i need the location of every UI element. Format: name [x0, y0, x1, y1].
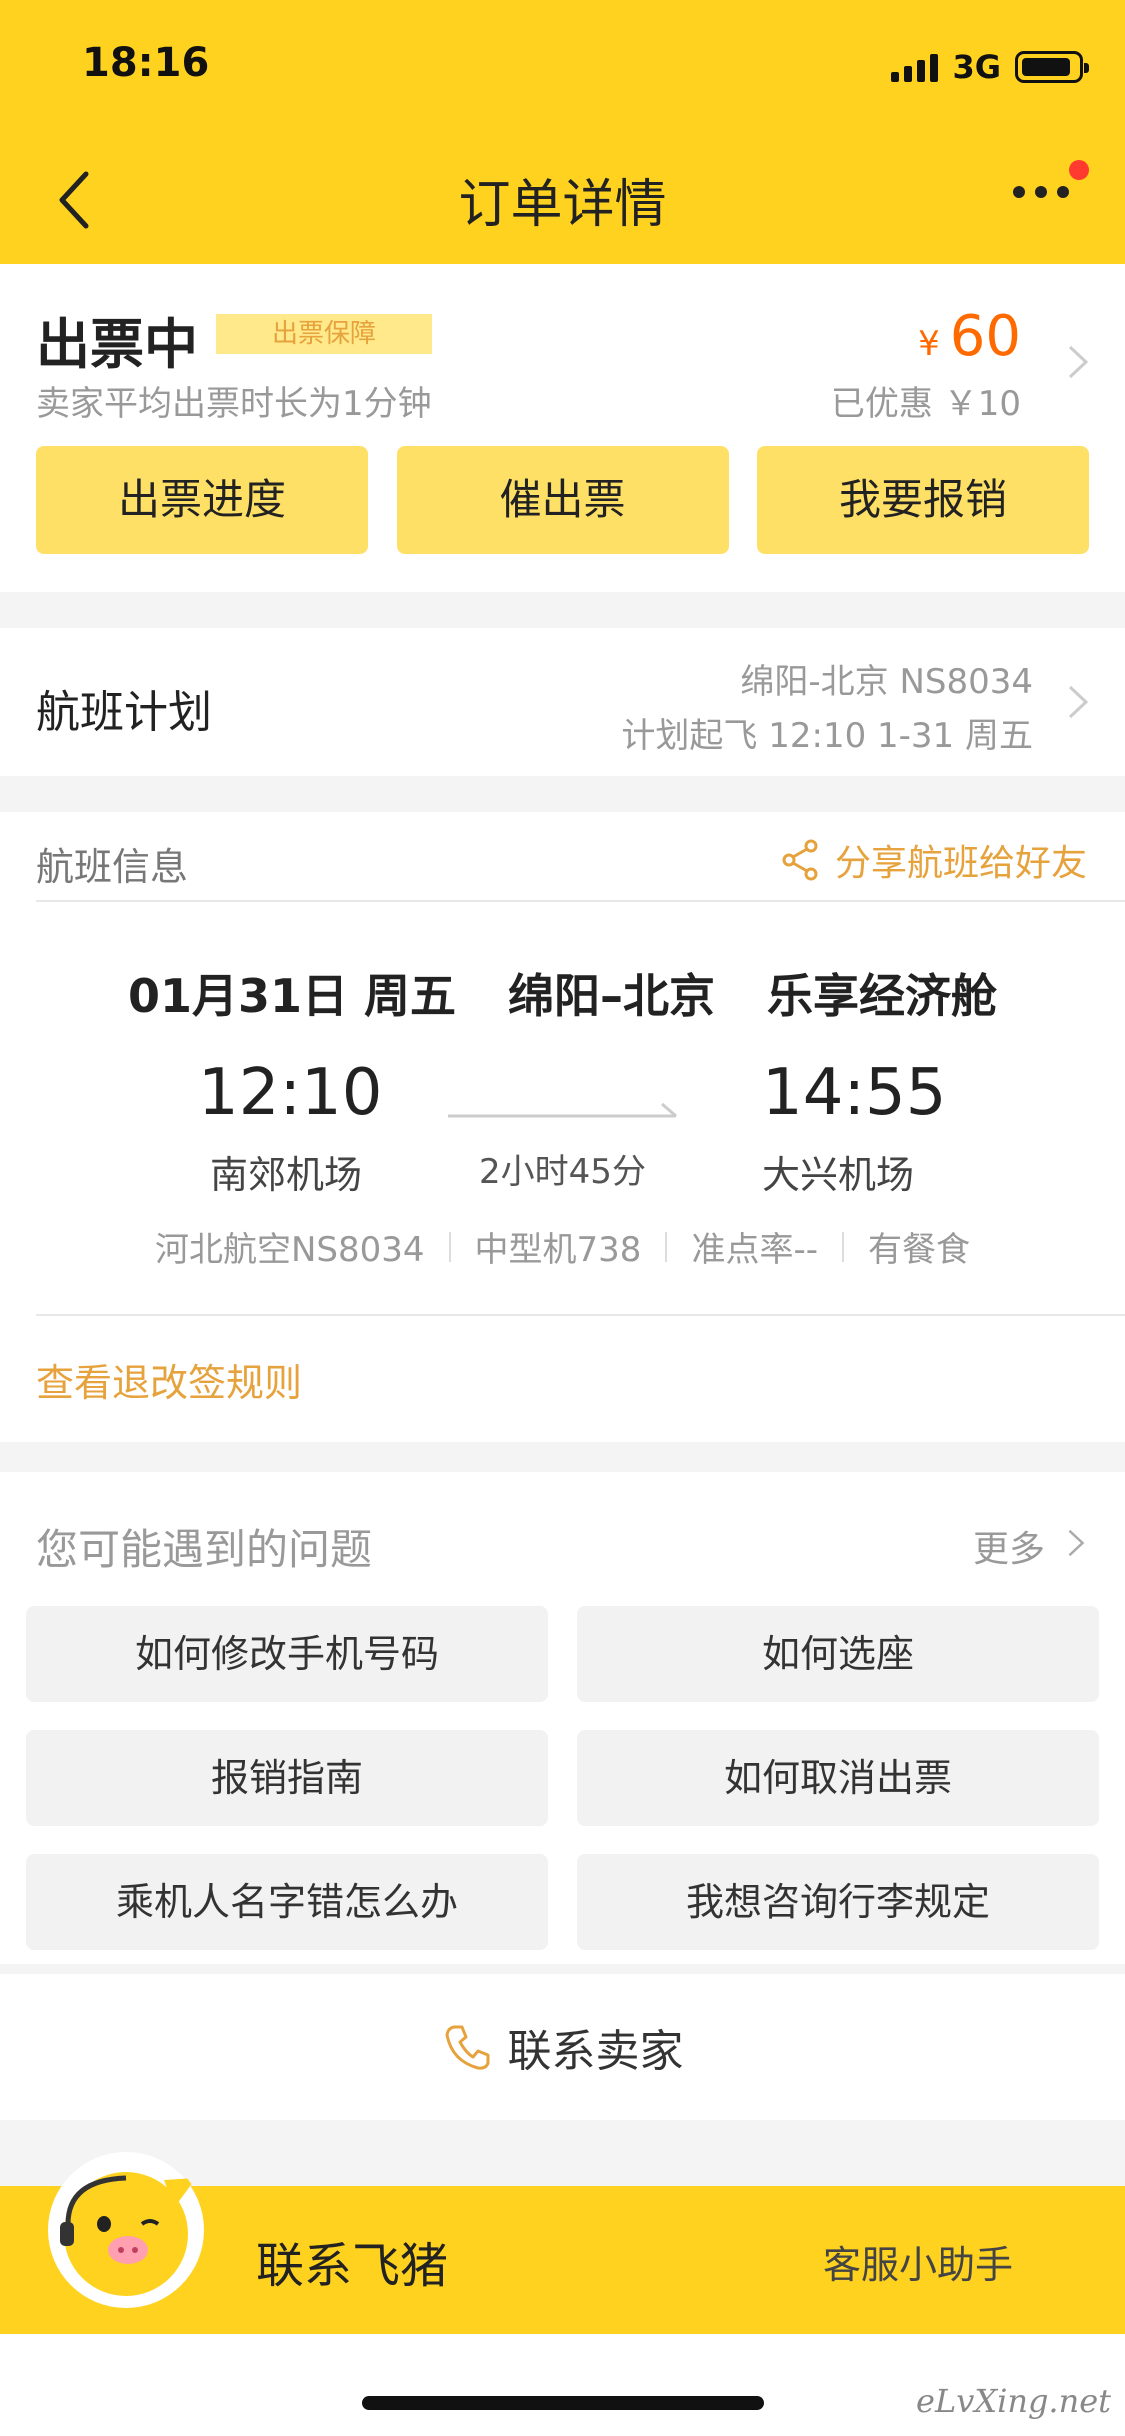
faq-item[interactable]: 如何选座 — [577, 1606, 1099, 1702]
contact-fliggy-label: 联系飞猪 — [256, 2238, 449, 2294]
faq-item[interactable]: 如何取消出票 — [577, 1730, 1099, 1826]
home-indicator[interactable] — [362, 2396, 764, 2410]
aircraft-type: 中型机738 — [474, 1230, 642, 1270]
page-title: 订单详情 — [458, 175, 667, 235]
chevron-right-icon[interactable] — [1067, 344, 1089, 380]
separator — [665, 1231, 668, 1262]
divider — [36, 900, 1125, 902]
currency-symbol: ¥ — [918, 324, 940, 364]
signal-icon — [891, 52, 939, 82]
reimburse-button[interactable]: 我要报销 — [757, 446, 1089, 554]
separator — [448, 1231, 451, 1262]
flight-plan-label: 航班计划 — [36, 687, 212, 738]
flight-date: 01月31日 周五 — [127, 969, 457, 1023]
more-icon[interactable] — [1013, 186, 1069, 198]
network-type: 3G — [952, 48, 1001, 86]
faq-item[interactable]: 我想咨询行李规定 — [577, 1854, 1099, 1950]
mascot-avatar — [48, 2152, 204, 2308]
price-value: 60 — [949, 304, 1021, 369]
faq-title: 您可能遇到的问题 — [36, 1525, 373, 1574]
flight-info-card: 航班信息 分享航班给好友 01月31日 周五 绵阳–北京 乐享经济舱 12:10… — [0, 812, 1125, 1442]
chevron-right-icon — [1068, 685, 1089, 719]
watermark: eLvXing.net — [916, 2382, 1111, 2420]
ticket-progress-button[interactable]: 出票进度 — [36, 446, 368, 554]
airline-flight-no: 河北航空NS8034 — [155, 1230, 425, 1270]
faq-item[interactable]: 如何修改手机号码 — [26, 1606, 548, 1702]
phone-icon — [445, 2025, 489, 2070]
status-indicators: 3G — [891, 48, 1089, 86]
cabin-class: 乐享经济舱 — [767, 969, 998, 1023]
faq-more-link[interactable]: 更多 — [973, 1520, 1045, 1572]
discount-text: 已优惠 ￥10 — [830, 384, 1021, 424]
customer-service-label: 客服小助手 — [822, 2243, 1013, 2287]
flight-plan-route: 绵阳-北京 NS8034 — [740, 662, 1033, 702]
ticket-status-title: 出票中 — [36, 313, 198, 376]
battery-icon — [1015, 51, 1089, 83]
separator — [842, 1231, 844, 1262]
refund-change-rules-link[interactable]: 查看退改签规则 — [36, 1352, 302, 1407]
action-buttons: 出票进度 催出票 我要报销 — [36, 446, 1089, 554]
flight-route: 绵阳–北京 — [508, 969, 716, 1023]
arrow-right-icon — [448, 1102, 677, 1118]
guarantee-badge: 出票保障 — [216, 314, 432, 354]
contact-seller-button[interactable]: 联系卖家 — [0, 1974, 1125, 2120]
flight-meta: 河北航空NS8034 中型机738 准点率-- 有餐食 — [0, 1222, 1125, 1271]
chevron-right-icon — [1068, 1529, 1085, 1557]
depart-time: 12:10 — [198, 1056, 383, 1130]
arrive-time: 14:55 — [762, 1056, 947, 1130]
meal-info: 有餐食 — [868, 1230, 970, 1270]
contact-seller-label: 联系卖家 — [507, 2026, 684, 2077]
arrive-airport: 大兴机场 — [762, 1153, 915, 1197]
faq-item[interactable]: 乘机人名字错怎么办 — [26, 1854, 548, 1950]
header: 18:16 3G 订单详情 — [0, 0, 1125, 264]
price[interactable]: ¥60 — [918, 304, 1021, 369]
divider — [36, 1314, 1125, 1316]
flight-info-label: 航班信息 — [36, 845, 189, 889]
notification-dot — [1069, 160, 1089, 180]
flight-plan-time: 计划起飞 12:10 1-31 周五 — [621, 716, 1033, 756]
order-detail-page: 18:16 3G 订单详情 出票中 出票保障 卖家平均出票时长为1分钟 ¥60 … — [0, 0, 1125, 2436]
urge-ticket-button[interactable]: 催出票 — [396, 446, 729, 554]
flight-summary: 01月31日 周五 绵阳–北京 乐享经济舱 — [0, 960, 1125, 1026]
share-flight-label: 分享航班给好友 — [834, 843, 1087, 884]
flight-plan-row[interactable]: 航班计划 绵阳-北京 NS8034 计划起飞 12:10 1-31 周五 — [0, 628, 1125, 776]
flight-duration: 2小时45分 — [479, 1152, 646, 1192]
status-time: 18:16 — [82, 40, 210, 86]
ticket-status-card: 出票中 出票保障 卖家平均出票时长为1分钟 ¥60 已优惠 ￥10 出票进度 催… — [0, 264, 1125, 592]
share-flight-link[interactable]: 分享航班给好友 — [781, 834, 1087, 886]
faq-grid: 如何修改手机号码 如何选座 报销指南 如何取消出票 乘机人名字错怎么办 我想咨询… — [26, 1606, 1099, 1950]
on-time-rate: 准点率-- — [691, 1230, 818, 1270]
ticket-status-subtitle: 卖家平均出票时长为1分钟 — [36, 384, 432, 424]
share-icon — [782, 839, 818, 881]
faq-card: 您可能遇到的问题 更多 如何修改手机号码 如何选座 报销指南 如何取消出票 乘机… — [0, 1472, 1125, 1964]
faq-item[interactable]: 报销指南 — [26, 1730, 548, 1826]
